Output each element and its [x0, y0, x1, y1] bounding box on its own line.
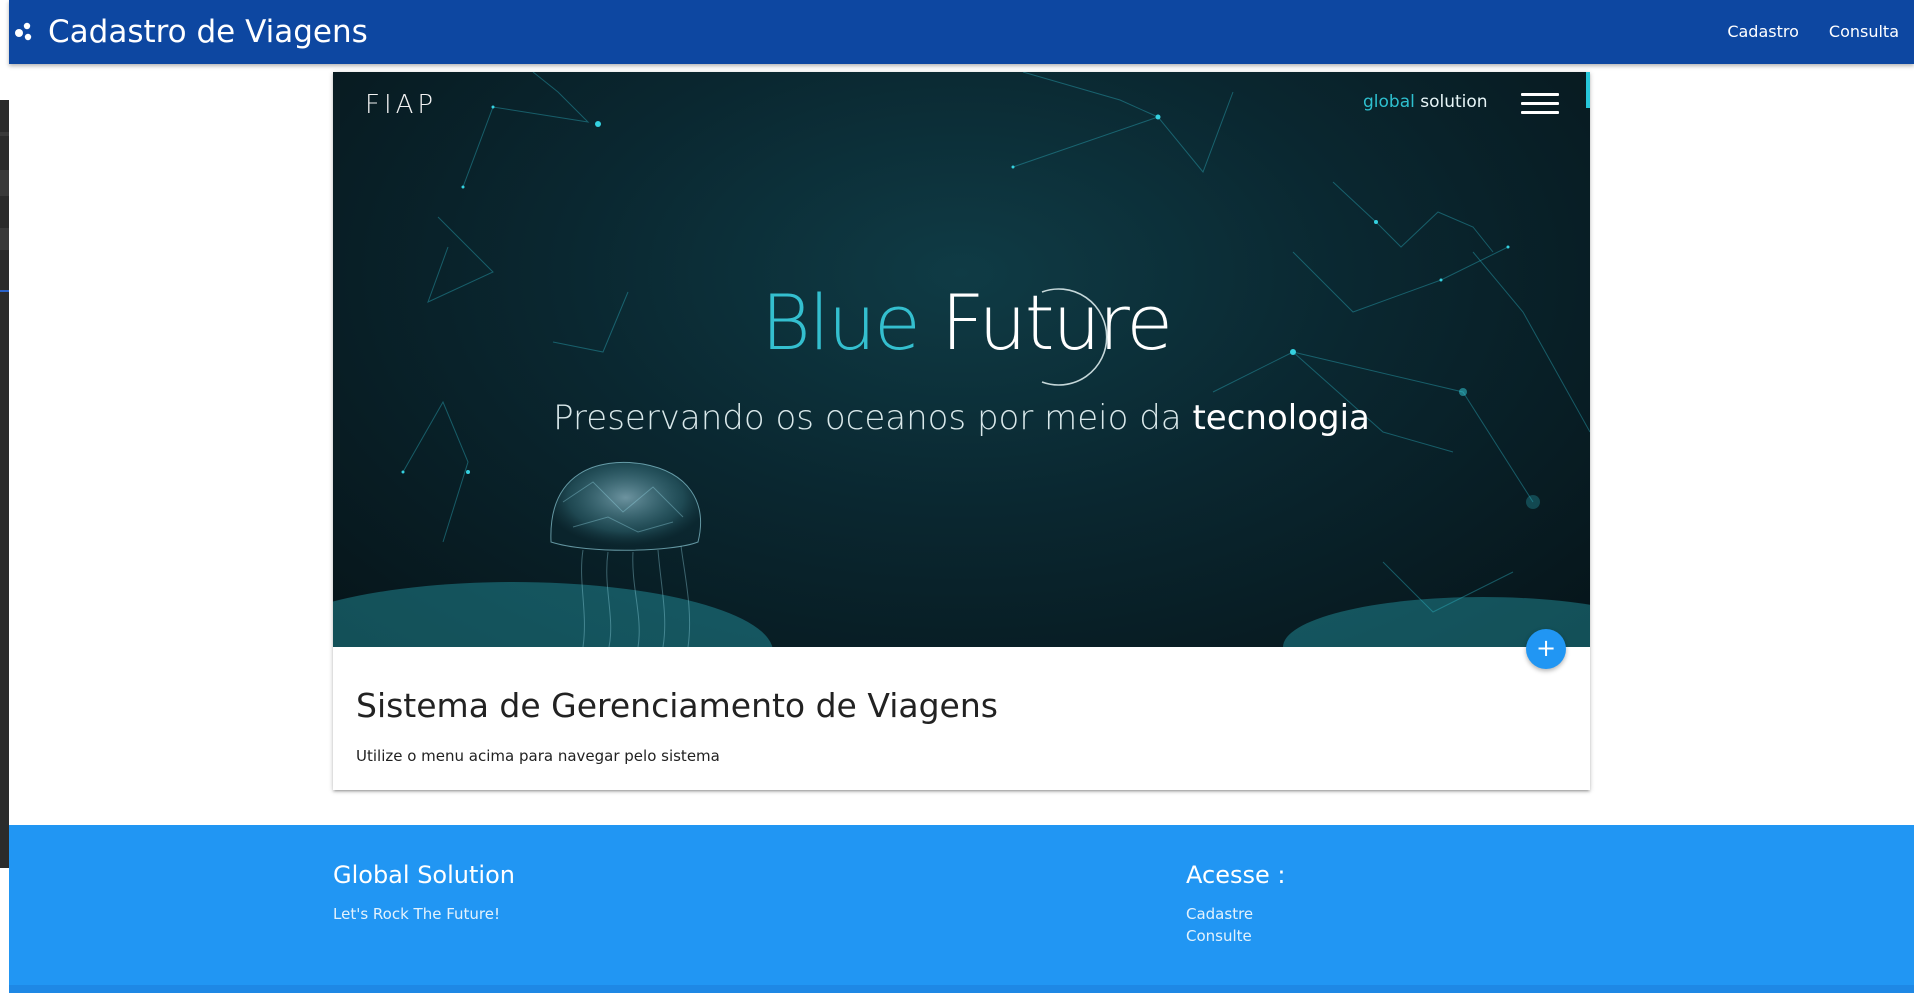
main-card: FIAP global solution Blue Future Preserv… [333, 72, 1590, 790]
page-footer: Global Solution Let's Rock The Future! A… [9, 825, 1914, 993]
top-navbar: Cadastro de Viagens Cadastro Consulta [9, 0, 1914, 64]
circles-logo-icon[interactable] [13, 20, 37, 44]
footer-title-acesse: Acesse : [1186, 861, 1286, 889]
global-solution-logo: global solution [1363, 92, 1488, 112]
fiap-logo: FIAP [365, 90, 438, 120]
nav-links: Cadastro Consulta [1712, 0, 1914, 64]
brand-ring-icon [1041, 288, 1108, 386]
hamburger-menu-icon[interactable] [1521, 93, 1559, 115]
footer-slogan: Let's Rock The Future! [333, 905, 500, 923]
nav-link-consulta[interactable]: Consulta [1814, 0, 1914, 64]
app-title[interactable]: Cadastro de Viagens [48, 12, 368, 52]
nav-link-cadastro[interactable]: Cadastro [1712, 0, 1814, 64]
footer-link-consulte[interactable]: Consulte [1186, 927, 1252, 945]
accent-edge [1586, 72, 1590, 108]
footer-copyright-bar [9, 985, 1914, 993]
background-window-strip [0, 100, 9, 868]
card-description: Utilize o menu acima para navegar pelo s… [356, 747, 720, 765]
hero-banner-image: FIAP global solution Blue Future Preserv… [333, 72, 1590, 647]
footer-link-cadastre[interactable]: Cadastre [1186, 905, 1253, 923]
footer-title-global-solution: Global Solution [333, 861, 515, 889]
hero-tagline: Preservando os oceanos por meio da tecno… [553, 398, 1370, 438]
add-button[interactable]: + [1526, 629, 1566, 669]
card-title: Sistema de Gerenciamento de Viagens [356, 686, 998, 725]
